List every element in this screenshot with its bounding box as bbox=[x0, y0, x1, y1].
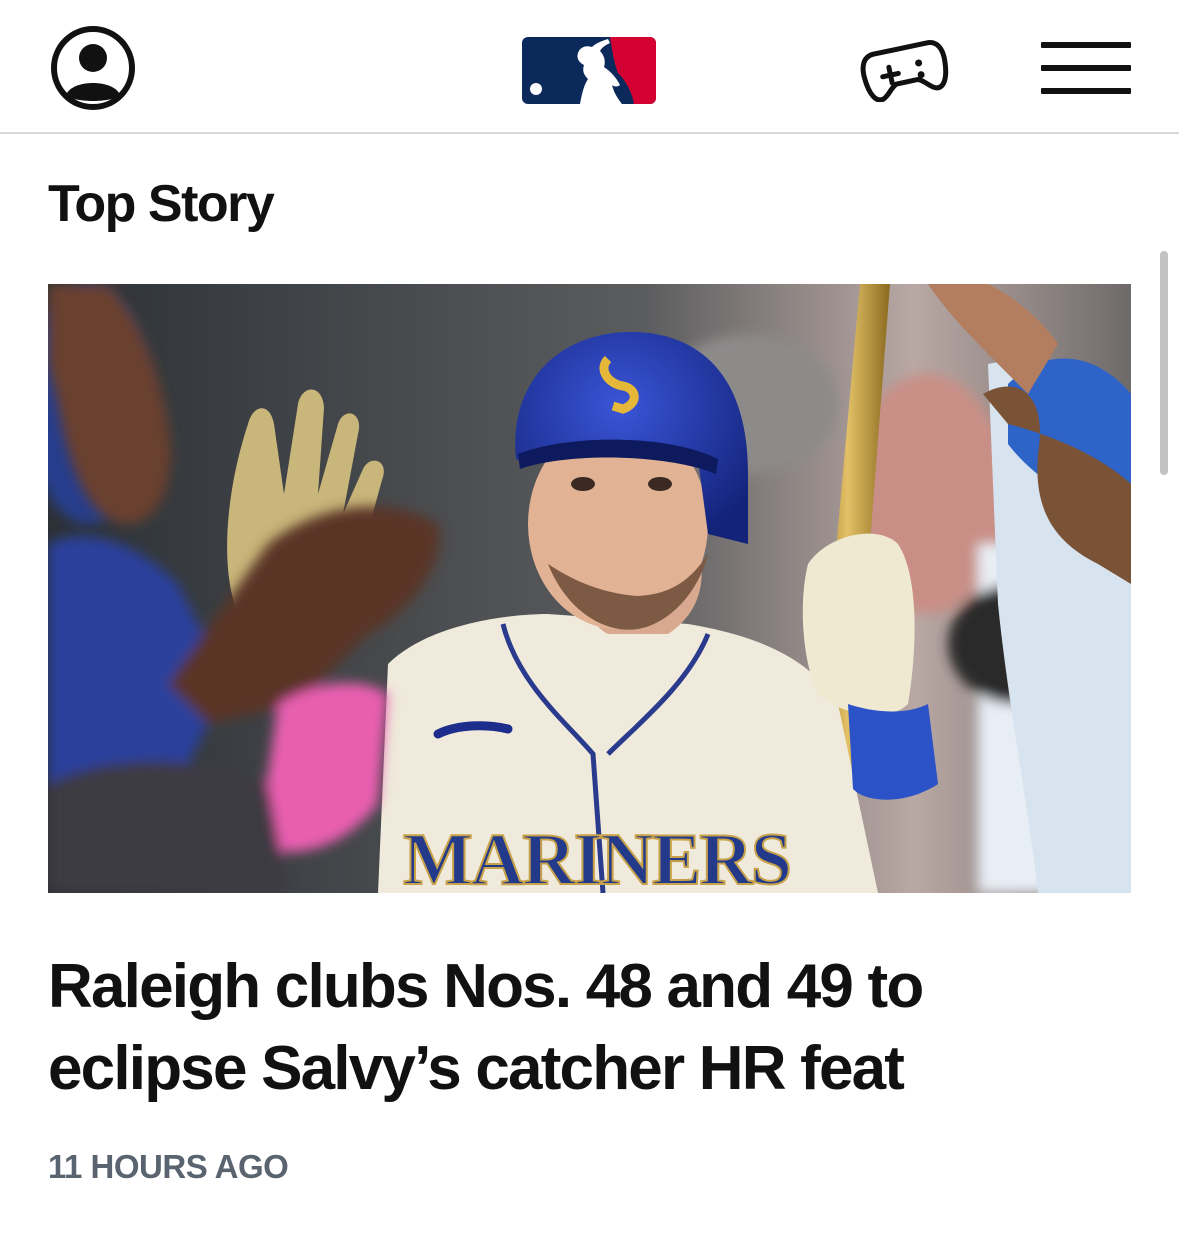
section-title: Top Story bbox=[48, 175, 275, 233]
user-circle-icon bbox=[51, 26, 135, 110]
menu-line bbox=[1041, 88, 1131, 94]
games-button[interactable] bbox=[860, 36, 950, 103]
scrollbar[interactable] bbox=[1160, 251, 1168, 475]
jersey-lettering: MARINERS bbox=[403, 819, 790, 893]
top-nav-bar bbox=[0, 0, 1179, 134]
story-headline[interactable]: Raleigh clubs Nos. 48 and 49 to eclipse … bbox=[48, 946, 1131, 1110]
menu-line bbox=[1041, 65, 1131, 71]
account-button[interactable] bbox=[50, 25, 136, 111]
story-timestamp: 11 HOURS AGO bbox=[48, 1148, 289, 1185]
top-story-image[interactable]: MARINERS bbox=[48, 284, 1131, 893]
hamburger-menu-icon[interactable] bbox=[1041, 42, 1131, 94]
mlb-logo[interactable] bbox=[522, 37, 656, 104]
gamepad-icon bbox=[860, 40, 949, 103]
menu-line bbox=[1041, 42, 1131, 48]
